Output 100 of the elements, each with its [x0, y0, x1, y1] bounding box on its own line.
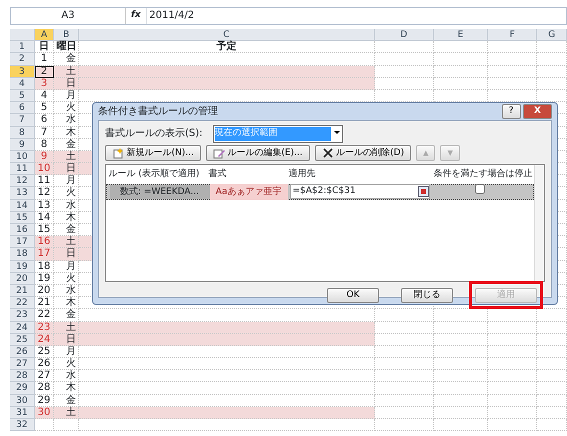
name-box[interactable]: A3	[11, 8, 126, 24]
format-preview: Aaあぁアァ亜宇	[210, 184, 288, 200]
table-cell: 12	[34, 187, 54, 200]
row-header[interactable]: 16	[10, 224, 35, 236]
scrollbar[interactable]	[534, 165, 544, 281]
table-cell: 水	[54, 200, 80, 212]
row-header[interactable]: 25	[10, 334, 35, 346]
row-header[interactable]: 29	[10, 382, 35, 395]
row-header[interactable]: 18	[10, 248, 35, 261]
table-cell: 火	[54, 187, 80, 200]
table-cell: 30	[34, 406, 54, 419]
table-cell: 曜日	[54, 41, 80, 54]
row-header[interactable]: 5	[10, 90, 35, 102]
row-header[interactable]: 7	[10, 114, 35, 126]
column-header[interactable]: B	[54, 29, 80, 42]
column-header[interactable]: C	[79, 29, 375, 42]
table-cell: 18	[34, 260, 54, 273]
table-cell: 20	[34, 284, 54, 298]
range-select-icon[interactable]	[418, 186, 428, 197]
row-header[interactable]: 22	[10, 297, 35, 310]
pencil-icon	[212, 147, 225, 159]
delete-icon	[322, 147, 334, 159]
row-header[interactable]: 2	[10, 53, 35, 66]
row-header[interactable]: 21	[10, 284, 35, 298]
toolbar-button[interactable]: ルールの削除(D)	[314, 145, 412, 161]
row-header[interactable]: 12	[10, 175, 35, 188]
row-header[interactable]: 23	[10, 309, 35, 322]
rule-row[interactable]: 数式: =WEEKDA... Aaあぁアァ亜宇 =$A$2:$C$31	[106, 184, 534, 200]
table-cell: 19	[34, 272, 54, 285]
table-cell: 土	[54, 322, 80, 334]
column-header[interactable]: F	[488, 29, 538, 42]
table-cell: 28	[34, 382, 54, 395]
table-cell: 9	[34, 150, 54, 164]
table-cell: 23	[34, 322, 54, 334]
table-cell: 火	[54, 102, 80, 114]
row-header[interactable]: 28	[10, 370, 35, 382]
table-cell: 日	[54, 163, 80, 176]
table-cell: 月	[54, 260, 80, 273]
table-cell: 25	[34, 346, 54, 358]
dialog-button[interactable]: OK	[327, 288, 379, 303]
table-cell: 水	[54, 114, 80, 126]
function-label: fx	[131, 9, 141, 22]
list-column-header: 書式	[208, 168, 228, 180]
table-cell: 27	[34, 370, 54, 382]
table-cell: 21	[34, 297, 54, 310]
column-header[interactable]: D	[374, 29, 434, 42]
row-header[interactable]: 32	[10, 419, 35, 432]
table-cell: 5	[34, 102, 54, 114]
row-header[interactable]: 15	[10, 212, 35, 224]
row-header[interactable]: 27	[10, 358, 35, 370]
row-header[interactable]: 14	[10, 200, 35, 212]
table-cell: 予定	[79, 41, 375, 54]
table-cell: 日	[34, 41, 54, 54]
list-column-header: 適用先	[288, 168, 316, 180]
table-cell: 10	[34, 163, 54, 176]
show-rules-label: 書式ルールの表示(S):	[105, 126, 203, 142]
row-header[interactable]: 20	[10, 272, 35, 285]
row-header[interactable]: 11	[10, 163, 35, 176]
row-header[interactable]: 26	[10, 346, 35, 358]
table-cell: 土	[54, 236, 80, 248]
applies-to-field[interactable]: =$A$2:$C$31	[290, 184, 430, 200]
row-header[interactable]: 9	[10, 138, 35, 151]
column-header[interactable]: G	[537, 29, 567, 42]
table-cell: 火	[54, 272, 80, 285]
table-cell: 土	[54, 150, 80, 164]
table-cell: 日	[54, 248, 80, 261]
row-header[interactable]: 19	[10, 260, 35, 273]
row-header[interactable]: 4	[10, 78, 35, 90]
column-header[interactable]: A	[34, 29, 54, 42]
row-header[interactable]: 30	[10, 394, 35, 407]
row-header[interactable]: 8	[10, 126, 35, 139]
table-cell: 月	[54, 90, 80, 102]
table-cell: 16	[34, 236, 54, 248]
row-header[interactable]: 31	[10, 406, 35, 419]
table-cell: 6	[34, 114, 54, 126]
dialog-button[interactable]: 閉じる	[401, 288, 453, 303]
row-header[interactable]: 1	[10, 41, 35, 54]
table-cell: 木	[54, 126, 80, 139]
row-header[interactable]: 17	[10, 236, 35, 248]
toolbar-button[interactable]: 新規ルール(N)...	[105, 145, 201, 161]
help-button[interactable]: ?	[502, 104, 521, 119]
table-cell: 17	[34, 248, 54, 261]
row-header[interactable]: 6	[10, 102, 35, 114]
row-header[interactable]: 10	[10, 150, 35, 164]
table-cell: 7	[34, 126, 54, 139]
stop-if-true-checkbox[interactable]	[474, 184, 484, 194]
row-header[interactable]: 13	[10, 187, 35, 200]
formula-field[interactable]: 2011/4/2	[146, 8, 566, 24]
close-button[interactable]: X	[523, 104, 552, 119]
row-header[interactable]: 24	[10, 322, 35, 334]
list-column-header: ルール (表示順で適用)	[108, 168, 200, 180]
rule-description[interactable]: 数式: =WEEKDA...	[110, 184, 210, 198]
table-cell: 水	[54, 370, 80, 382]
table-cell: 日	[54, 78, 80, 90]
column-header[interactable]: E	[434, 29, 488, 42]
row-header[interactable]: 3	[10, 66, 35, 78]
table-cell: 13	[34, 200, 54, 212]
table-cell: 11	[34, 175, 54, 188]
toolbar-button[interactable]: ルールの編集(E)...	[206, 145, 310, 161]
table-cell: 土	[54, 66, 80, 78]
